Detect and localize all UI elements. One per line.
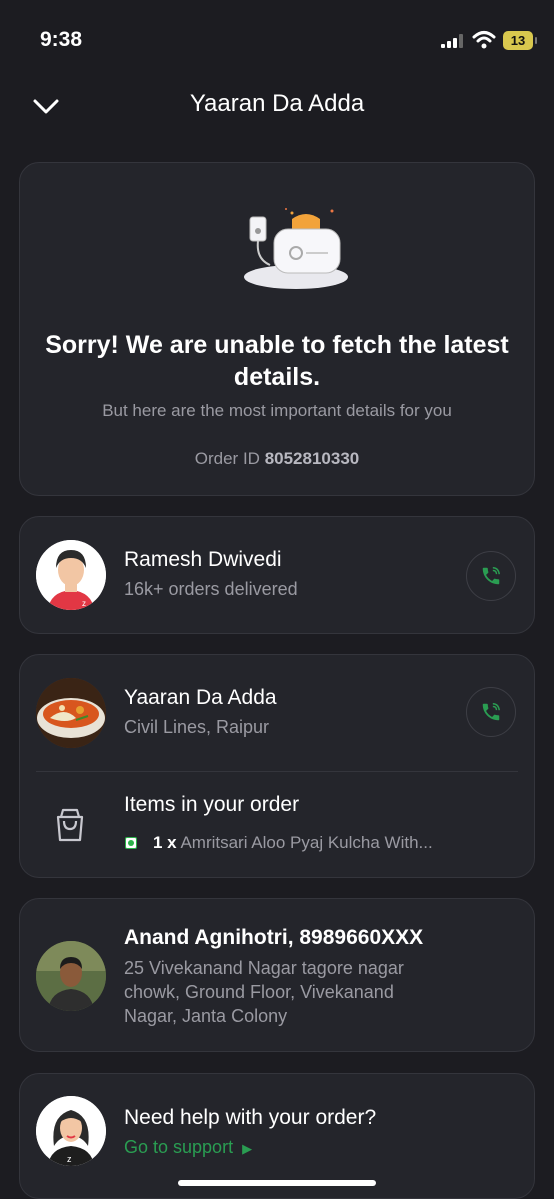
call-rider-button[interactable] bbox=[466, 551, 516, 601]
order-id: Order ID 8052810330 bbox=[20, 449, 534, 469]
home-indicator[interactable] bbox=[178, 1180, 376, 1186]
restaurant-image bbox=[36, 678, 106, 748]
page-title: Yaaran Da Adda bbox=[189, 90, 365, 117]
rider-orders-delivered: 16k+ orders delivered bbox=[124, 579, 298, 599]
support-link-label: Go to support bbox=[124, 1137, 234, 1157]
customer-photo-icon bbox=[36, 941, 106, 1011]
phone-icon bbox=[482, 703, 500, 721]
address-line-1: 25 Vivekanand Nagar tagore nagar bbox=[124, 958, 404, 978]
toaster-illustration bbox=[244, 208, 348, 289]
svg-text:z: z bbox=[82, 599, 86, 608]
error-subtitle: But here are the most important details … bbox=[102, 401, 452, 420]
battery-icon: 13 bbox=[503, 31, 537, 50]
item-quantity: 1 x bbox=[153, 833, 177, 852]
customer-avatar bbox=[36, 941, 106, 1011]
items-heading: Items in your order bbox=[124, 793, 300, 816]
food-image-icon bbox=[36, 678, 106, 748]
order-item: 1 x Amritsari Aloo Pyaj Kulcha With... bbox=[153, 833, 433, 853]
order-id-label: Order ID bbox=[194, 449, 260, 468]
divider bbox=[36, 771, 518, 772]
rider-avatar: z bbox=[36, 540, 106, 610]
restaurant-location: Civil Lines, Raipur bbox=[124, 717, 270, 737]
go-to-support-link[interactable]: Go to support ▶ bbox=[124, 1137, 252, 1158]
item-name: Amritsari Aloo Pyaj Kulcha With... bbox=[180, 833, 433, 852]
status-bar: 9:38 13 bbox=[0, 0, 554, 80]
restaurant-name: Yaaran Da Adda bbox=[124, 686, 277, 709]
shopping-bag-icon bbox=[56, 808, 84, 842]
support-title: Need help with your order? bbox=[124, 1106, 377, 1129]
cellular-signal-icon bbox=[441, 34, 463, 48]
veg-indicator-icon bbox=[125, 837, 137, 849]
rider-card: z Ramesh Dwivedi 16k+ orders delivered bbox=[19, 516, 535, 634]
customer-name-phone: Anand Agnihotri, 8989660XXX bbox=[124, 926, 424, 949]
support-avatar: z bbox=[36, 1096, 106, 1166]
delivery-address: 25 Vivekanand Nagar tagore nagar chowk, … bbox=[124, 956, 404, 1028]
support-agent-icon: z bbox=[36, 1096, 106, 1166]
caret-right-icon: ▶ bbox=[242, 1141, 253, 1156]
svg-text:z: z bbox=[67, 1154, 72, 1164]
header: Yaaran Da Adda bbox=[0, 80, 554, 130]
address-line-2: chowk, Ground Floor, Vivekanand bbox=[124, 982, 394, 1002]
status-time: 9:38 bbox=[40, 28, 83, 51]
order-id-value: 8052810330 bbox=[264, 449, 360, 468]
restaurant-card: Yaaran Da Adda Civil Lines, Raipur Items… bbox=[19, 654, 535, 878]
delivery-address-card: Anand Agnihotri, 8989660XXX 25 Vivekanan… bbox=[19, 898, 535, 1052]
address-line-3: Nagar, Janta Colony bbox=[124, 1006, 288, 1026]
phone-icon bbox=[482, 567, 500, 585]
rider-avatar-icon: z bbox=[36, 540, 106, 610]
wifi-icon bbox=[472, 31, 496, 49]
call-restaurant-button[interactable] bbox=[466, 687, 516, 737]
error-title: Sorry! We are unable to fetch the latest… bbox=[45, 331, 509, 391]
fetch-error-card: Sorry! We are unable to fetch the latest… bbox=[19, 162, 535, 496]
rider-name: Ramesh Dwivedi bbox=[124, 548, 282, 571]
